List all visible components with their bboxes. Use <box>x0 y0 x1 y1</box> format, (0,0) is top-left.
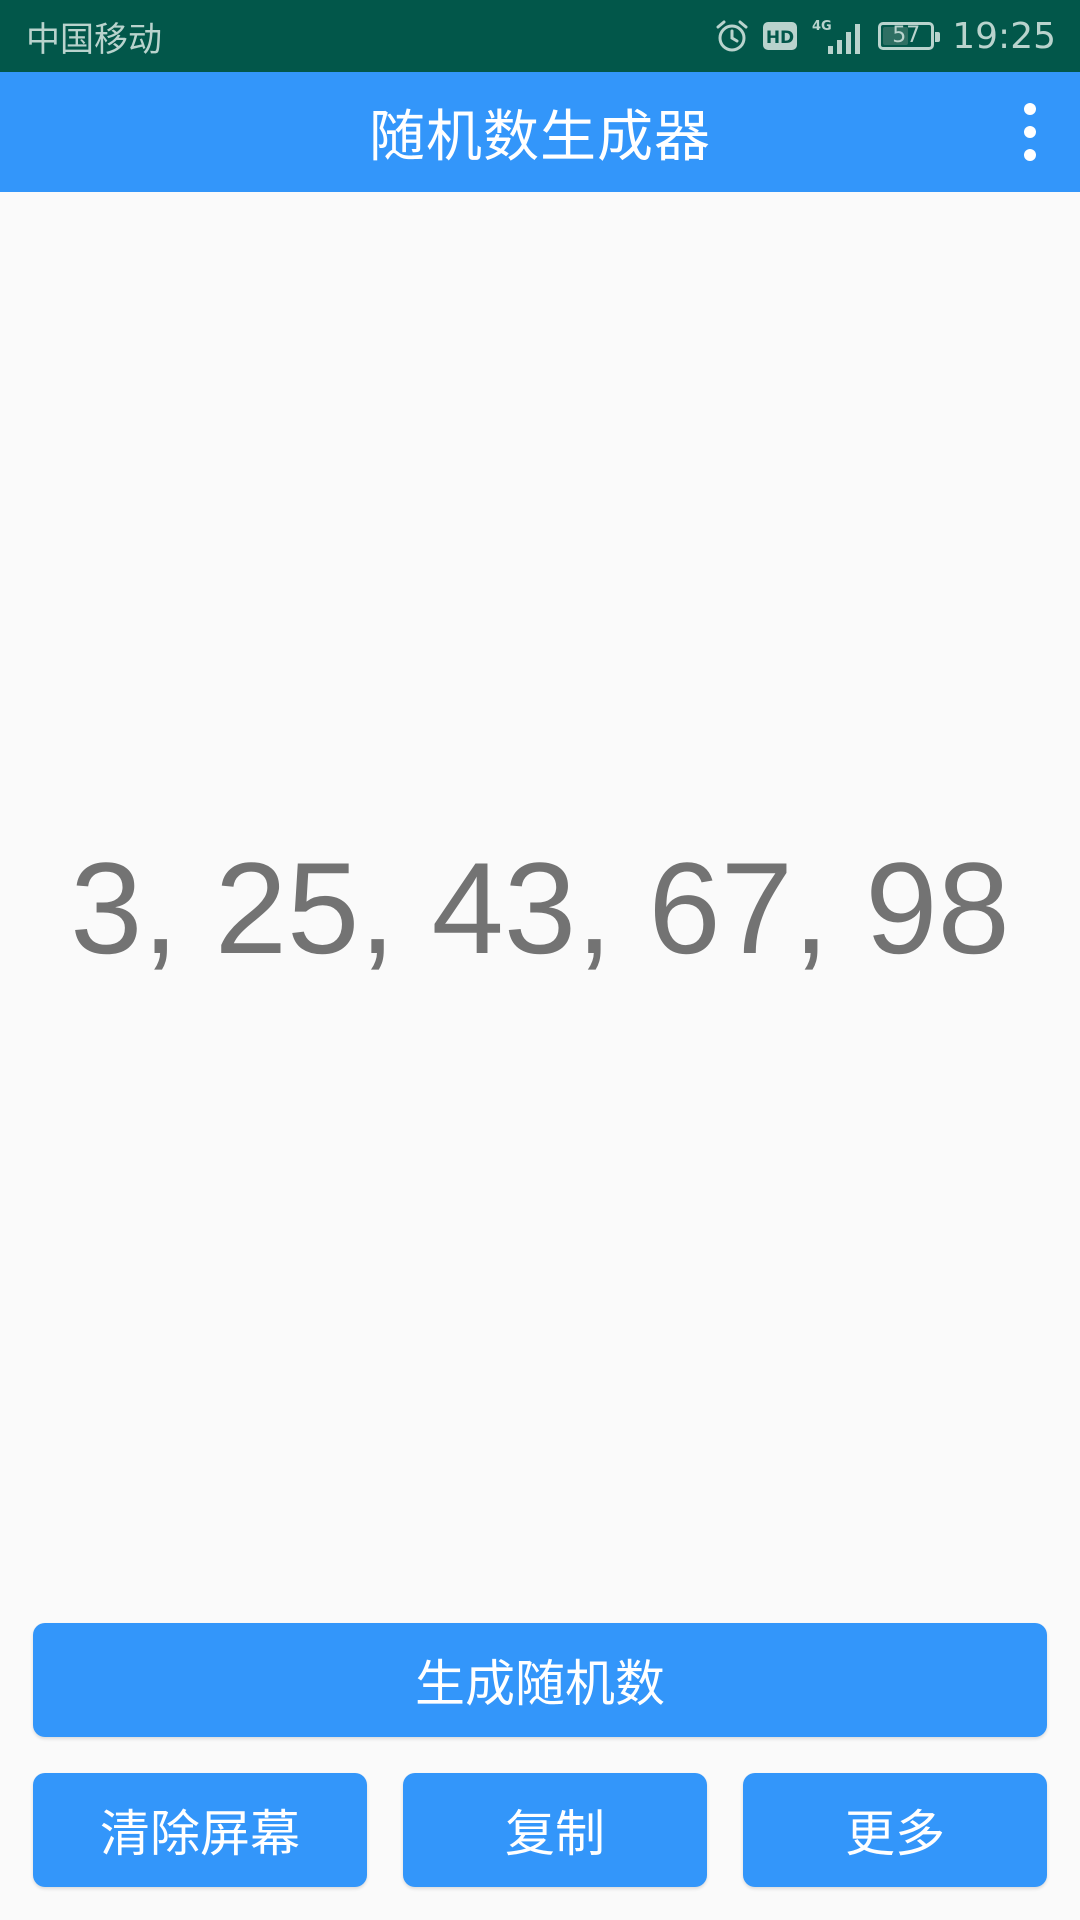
clear-screen-button[interactable]: 清除屏幕 <box>33 1773 367 1887</box>
more-button[interactable]: 更多 <box>743 1773 1047 1887</box>
generate-button[interactable]: 生成随机数 <box>33 1623 1047 1737</box>
hd-icon: HD <box>763 22 798 50</box>
app-bar: 随机数生成器 <box>0 72 1080 192</box>
status-bar: 中国移动 HD 4G 57 19:25 <box>0 0 1080 72</box>
svg-text:HD: HD <box>766 28 794 48</box>
random-numbers-text: 3, 25, 43, 67, 98 <box>70 835 1010 981</box>
result-display: 3, 25, 43, 67, 98 <box>0 192 1080 1622</box>
svg-text:4G: 4G <box>812 19 832 34</box>
battery-percent: 57 <box>892 23 921 48</box>
overflow-dot-icon <box>1024 103 1036 115</box>
signal-4g-icon: 4G <box>812 19 861 54</box>
overflow-menu-button[interactable] <box>1000 92 1060 172</box>
status-time: 19:25 <box>952 15 1056 57</box>
page-title: 随机数生成器 <box>369 104 711 170</box>
battery-icon: 57 <box>878 22 941 50</box>
status-icons: HD 4G 57 19:25 <box>714 16 1056 57</box>
overflow-dot-icon <box>1024 149 1036 161</box>
alarm-icon <box>716 20 748 52</box>
carrier-label: 中国移动 <box>26 19 162 60</box>
copy-button[interactable]: 复制 <box>403 1773 707 1887</box>
overflow-dot-icon <box>1024 126 1036 138</box>
